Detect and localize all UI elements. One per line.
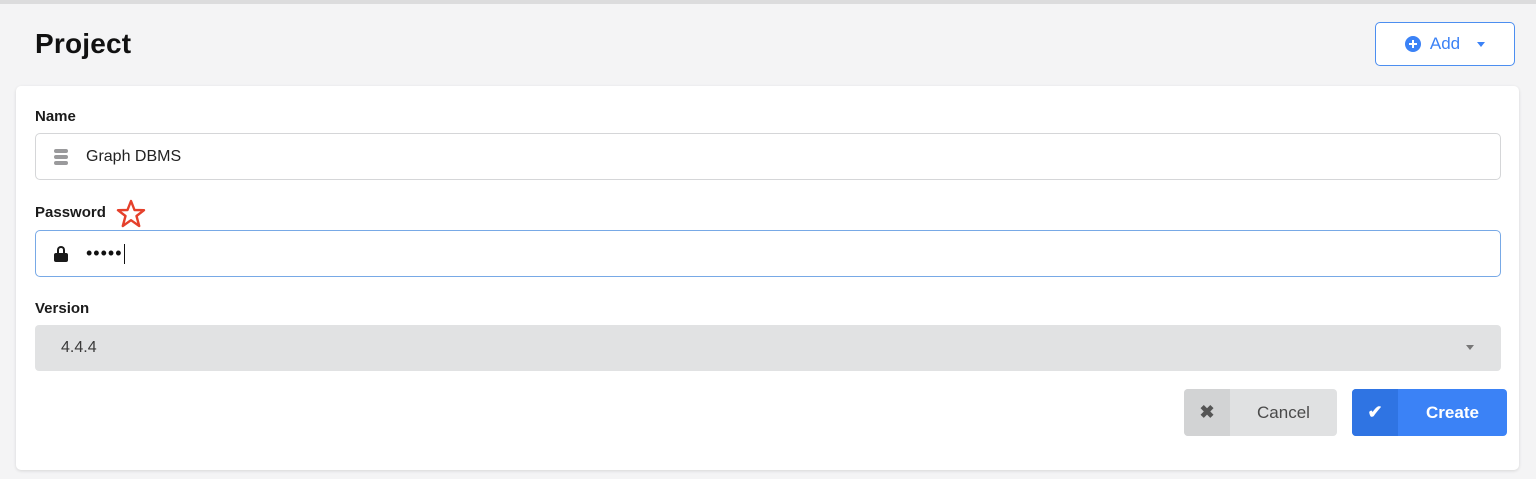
- name-label: Name: [35, 108, 76, 125]
- password-label: Password: [35, 204, 106, 221]
- chevron-down-icon: [1466, 345, 1474, 350]
- create-button-label: Create: [1426, 402, 1479, 422]
- chevron-down-icon: [1477, 41, 1486, 47]
- add-button-label: Add: [1429, 34, 1461, 53]
- page-title: Project: [35, 28, 132, 59]
- create-button[interactable]: ✔ Create: [1352, 389, 1507, 436]
- version-value: 4.4.4: [61, 339, 97, 356]
- required-star-icon: [116, 199, 146, 228]
- lock-icon: [36, 245, 86, 262]
- version-label: Version: [35, 300, 90, 317]
- name-value: Graph DBMS: [86, 147, 182, 165]
- password-value: •••••: [86, 243, 123, 263]
- cancel-button-label: Cancel: [1257, 402, 1310, 422]
- plus-circle-icon: [1404, 36, 1421, 52]
- database-icon: [36, 148, 86, 165]
- add-dropdown-button[interactable]: Add: [1375, 22, 1515, 66]
- cancel-button[interactable]: ✖ Cancel: [1184, 389, 1337, 436]
- check-icon: ✔: [1352, 389, 1398, 436]
- close-icon: ✖: [1184, 389, 1230, 436]
- project-form-card: Name Graph DBMS Password ••••• Version 4…: [16, 86, 1519, 470]
- password-field[interactable]: •••••: [35, 230, 1501, 277]
- project-page: Project Add Name Graph DBMS Password •••…: [0, 0, 1536, 479]
- text-cursor: [123, 243, 125, 264]
- name-field[interactable]: Graph DBMS: [35, 133, 1501, 180]
- version-select[interactable]: 4.4.4: [35, 325, 1501, 371]
- top-divider: [0, 0, 1536, 4]
